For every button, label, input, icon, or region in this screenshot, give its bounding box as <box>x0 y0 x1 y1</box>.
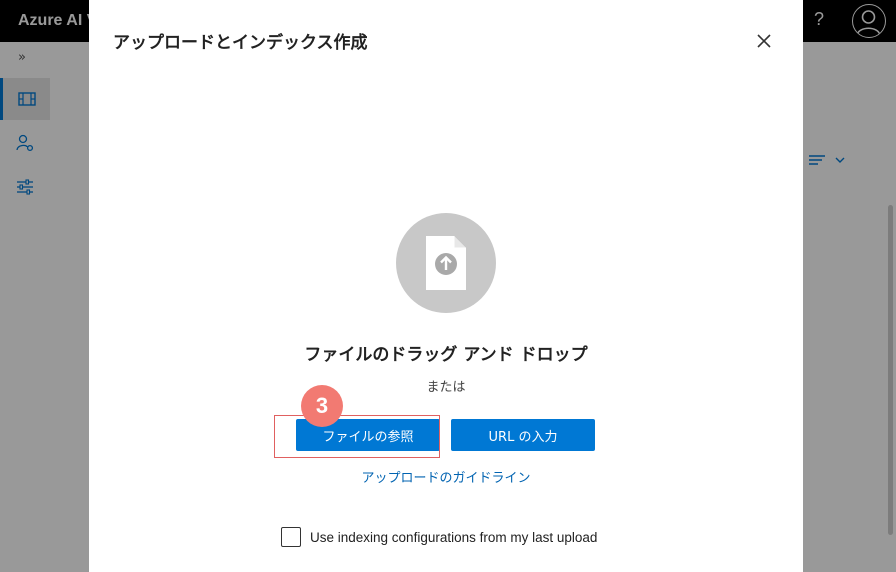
step-badge: 3 <box>301 385 343 427</box>
drop-zone-title: ファイルのドラッグ アンド ドロップ <box>304 345 588 365</box>
or-separator: または <box>426 380 466 395</box>
close-button[interactable] <box>753 30 775 52</box>
step-highlight-box <box>274 415 440 458</box>
upload-file-icon <box>396 213 496 313</box>
reuse-config-checkbox[interactable] <box>281 527 301 547</box>
enter-url-button[interactable]: URL の入力 <box>451 419 595 451</box>
close-icon <box>757 34 771 48</box>
reuse-config-row: Use indexing configurations from my last… <box>281 527 597 547</box>
dialog-title: アップロードとインデックス作成 <box>113 33 368 53</box>
reuse-config-label[interactable]: Use indexing configurations from my last… <box>310 530 597 545</box>
upload-dialog: アップロードとインデックス作成 ファイルのドラッグ アンド ドロップ または フ… <box>89 0 803 572</box>
upload-guidelines-link[interactable]: アップロードのガイドライン <box>89 467 803 486</box>
